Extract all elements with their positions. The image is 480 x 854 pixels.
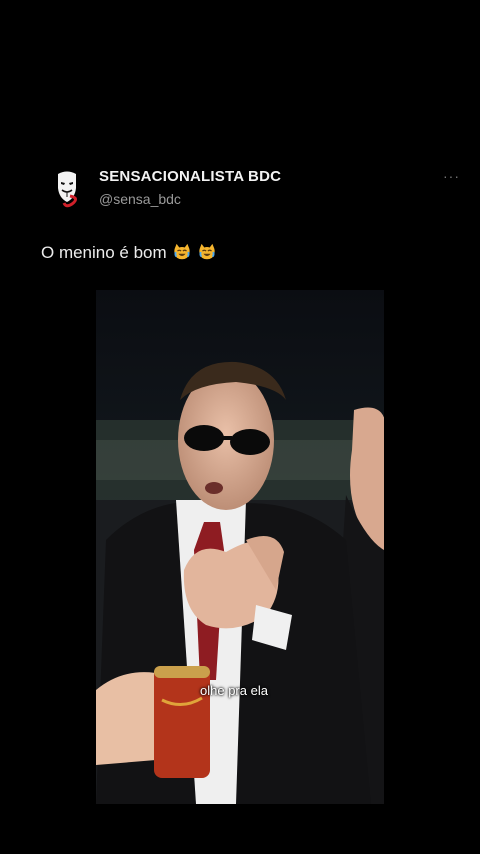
- video-player[interactable]: olhe pra ela: [96, 290, 384, 804]
- account-avatar[interactable]: [52, 170, 82, 208]
- more-options-icon[interactable]: ···: [443, 168, 460, 184]
- post-caption: O menino é bom: [41, 243, 216, 263]
- video-subtitle: olhe pra ela: [200, 683, 268, 698]
- video-frame: [96, 290, 384, 804]
- mask-logo-icon: [58, 171, 77, 208]
- joy-cat-emoji-icon: [199, 243, 215, 260]
- caption-text: O menino é bom: [41, 243, 167, 262]
- account-name[interactable]: SENSACIONALISTA BDC: [99, 168, 281, 185]
- joy-cat-emoji-icon: [174, 243, 191, 260]
- account-handle[interactable]: @sensa_bdc: [99, 191, 181, 207]
- post-header: SENSACIONALISTA BDC @sensa_bdc ···: [52, 166, 459, 212]
